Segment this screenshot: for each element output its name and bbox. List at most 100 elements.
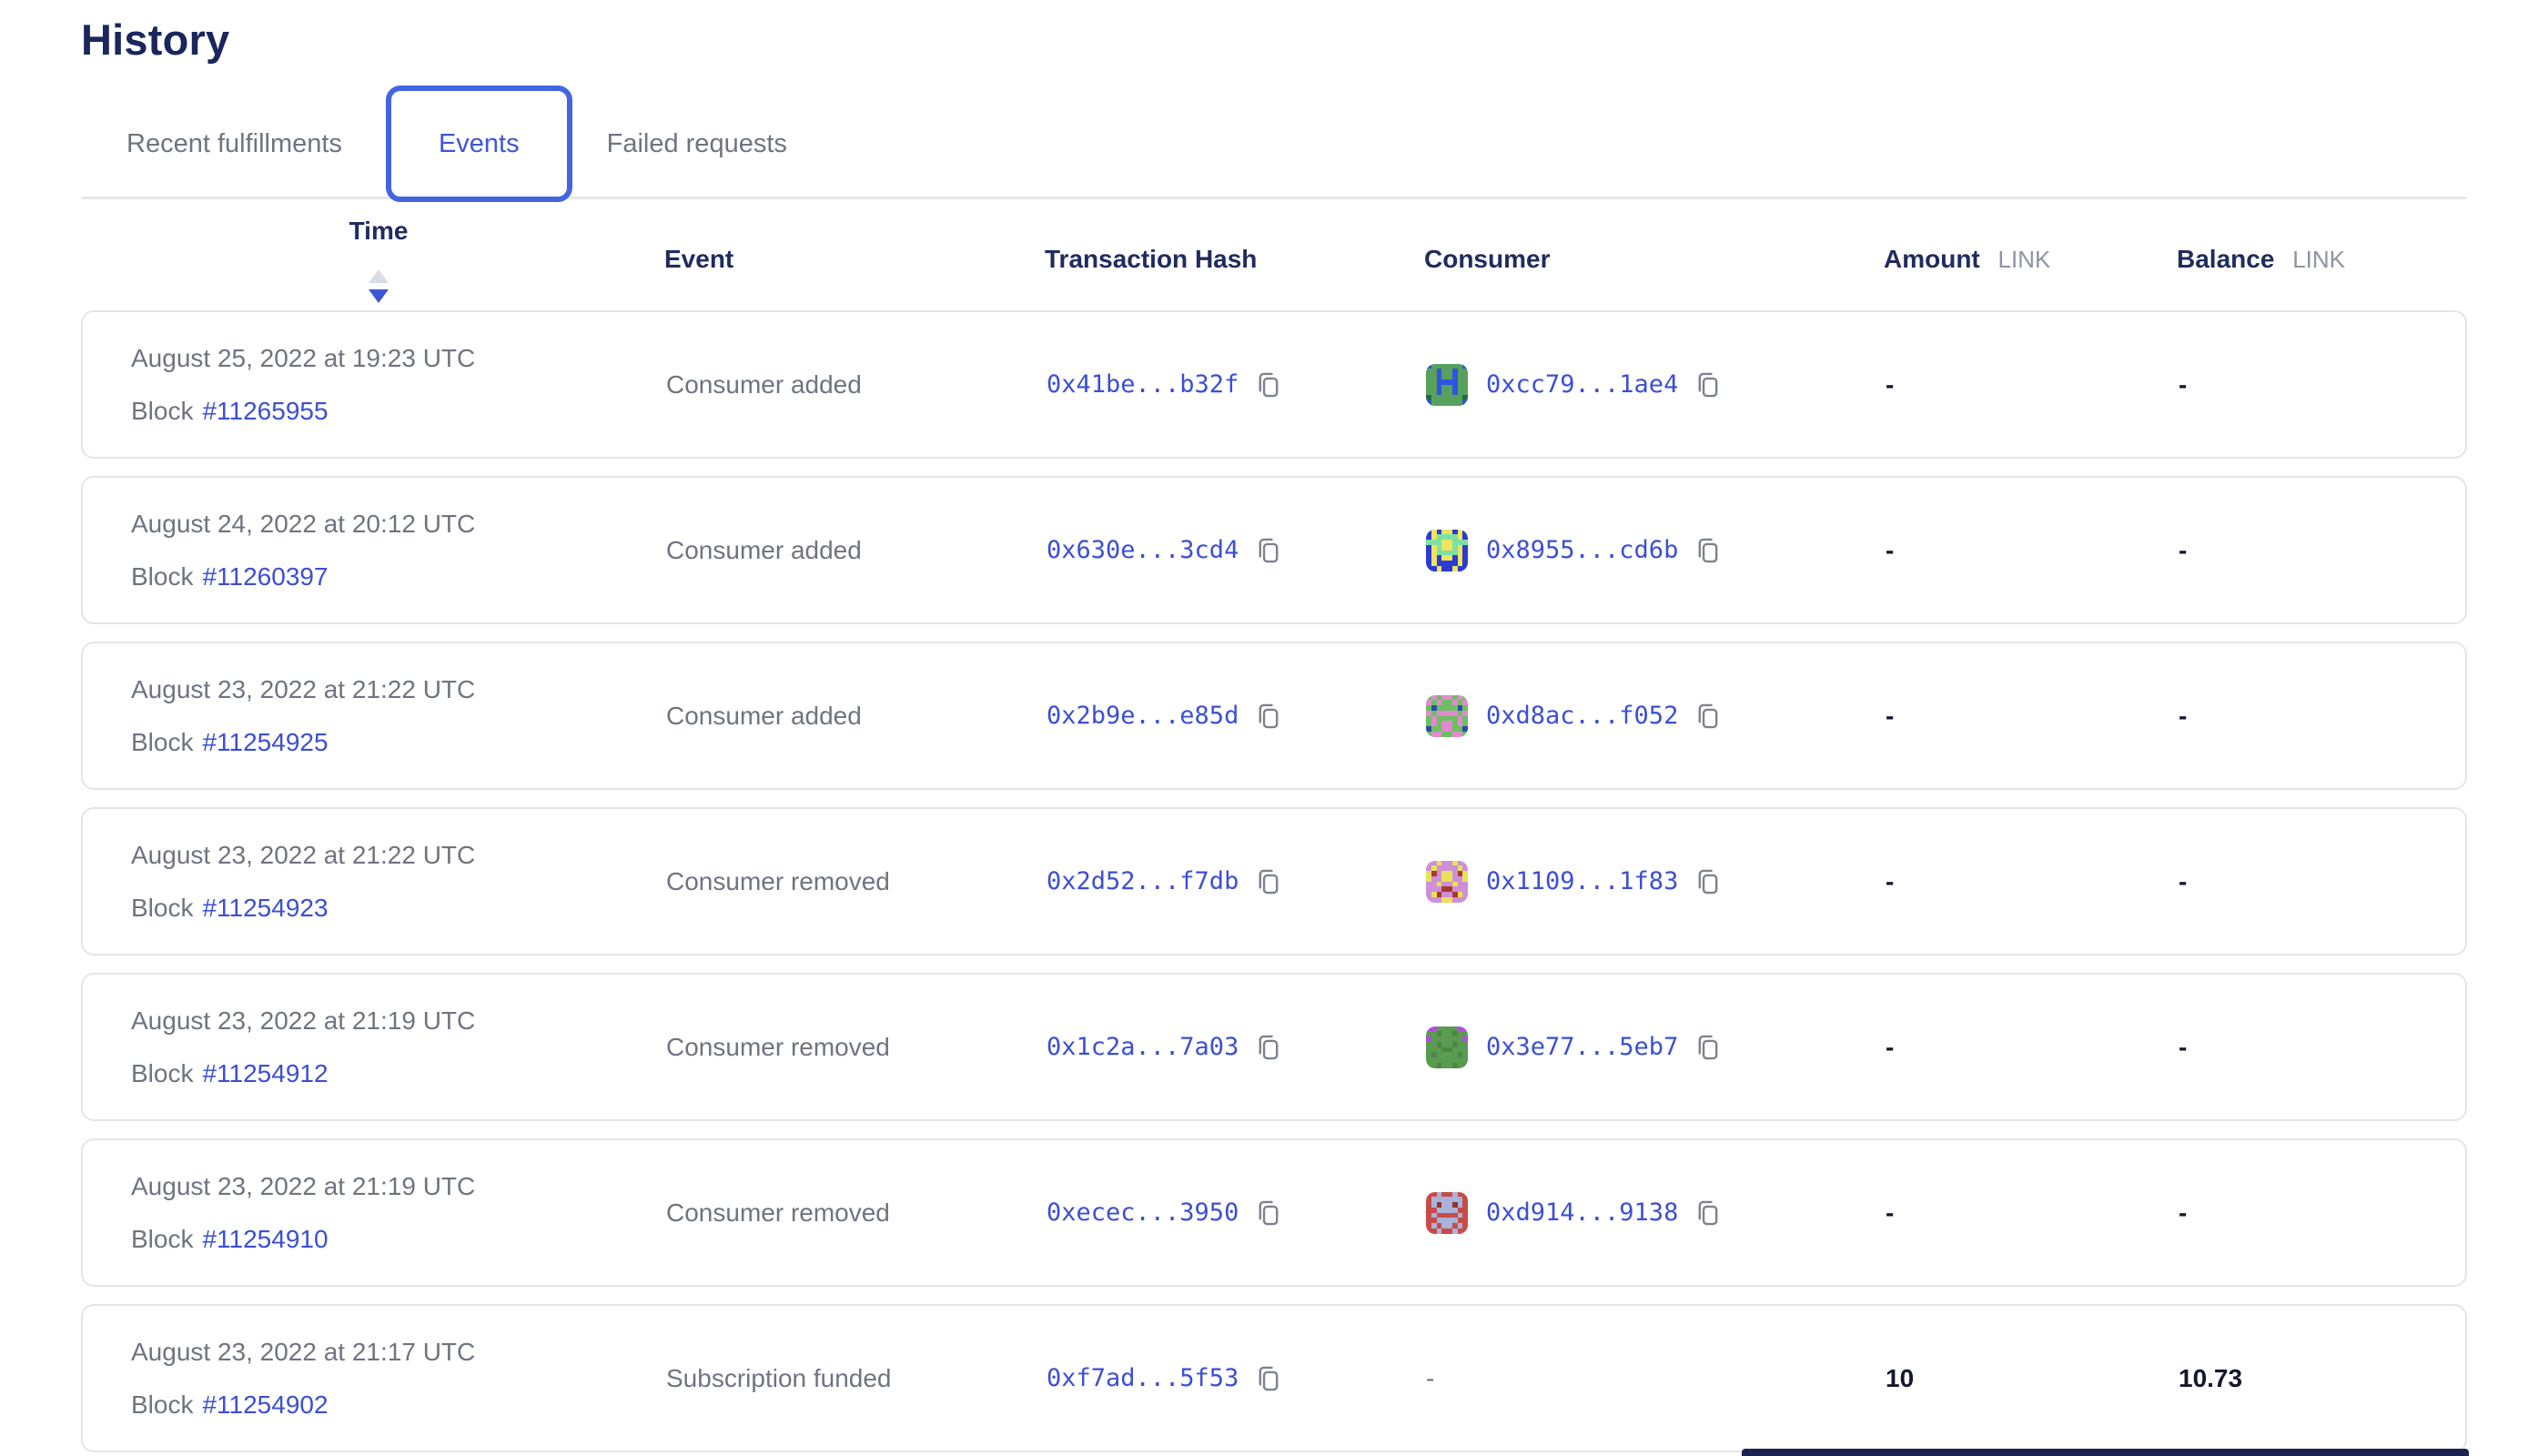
copy-icon[interactable]: [1253, 369, 1284, 401]
column-header-consumer: Consumer: [1424, 245, 1884, 274]
copy-icon[interactable]: [1693, 369, 1724, 401]
amount-value: -: [1886, 370, 1894, 399]
block-number-link[interactable]: #11254923: [202, 894, 328, 923]
copy-icon[interactable]: [1693, 1197, 1724, 1229]
balance-value: -: [2179, 702, 2187, 731]
row-date: August 23, 2022 at 21:19 UTC: [131, 1172, 475, 1201]
event-cell: Consumer removed: [666, 1198, 1047, 1228]
tx-cell: 0xf7ad...5f53: [1047, 1362, 1426, 1395]
balance-value: -: [2179, 1198, 2187, 1228]
consumer-cell: -: [1426, 1364, 1886, 1393]
consumer-address-link[interactable]: 0x3e77...5eb7: [1486, 1033, 1678, 1061]
balance-value: -: [2179, 1033, 2187, 1062]
amount-cell: -: [1886, 370, 2179, 399]
column-header-time: Time: [129, 217, 664, 303]
event-label: Subscription funded: [666, 1364, 892, 1393]
time-cell: August 23, 2022 at 21:19 UTC Block #1125…: [131, 1006, 666, 1088]
time-cell: August 23, 2022 at 21:22 UTC Block #1125…: [131, 841, 666, 923]
amount-value: -: [1886, 867, 1894, 896]
row-date: August 23, 2022 at 21:22 UTC: [131, 675, 475, 704]
sort-desc-icon: [369, 289, 389, 303]
copy-icon[interactable]: [1693, 534, 1724, 567]
balance-header-label: Balance: [2177, 245, 2274, 273]
event-label: Consumer added: [666, 702, 862, 731]
amount-cell: 10: [1886, 1364, 2179, 1393]
tx-hash-link[interactable]: 0x2b9e...e85d: [1047, 702, 1239, 730]
event-cell: Consumer added: [666, 370, 1047, 399]
amount-cell: -: [1886, 867, 2179, 896]
amount-cell: -: [1886, 1033, 2179, 1062]
tab-bar: Recent fulfillments Events Failed reques…: [81, 85, 2467, 203]
consumer-cell: 0xd914...9138: [1426, 1192, 1886, 1234]
block-label: Block: [131, 1059, 193, 1088]
block-number-link[interactable]: #11260397: [202, 562, 328, 592]
consumer-avatar: [1426, 861, 1468, 903]
tab-events[interactable]: Events: [386, 86, 572, 202]
table-row: August 23, 2022 at 21:22 UTC Block #1125…: [81, 807, 2467, 956]
tx-cell: 0x630e...3cd4: [1047, 534, 1426, 567]
consumer-address-link[interactable]: 0xd914...9138: [1486, 1198, 1678, 1227]
tx-hash-link[interactable]: 0xecec...3950: [1047, 1198, 1239, 1227]
balance-cell: -: [2179, 1198, 2465, 1228]
event-rows: August 25, 2022 at 19:23 UTC Block #1126…: [81, 310, 2467, 1452]
amount-value: -: [1886, 536, 1894, 565]
block-label: Block: [131, 728, 193, 757]
balance-value: -: [2179, 370, 2187, 399]
tx-hash-link[interactable]: 0x630e...3cd4: [1047, 536, 1239, 564]
consumer-address-link[interactable]: 0xd8ac...f052: [1486, 702, 1678, 730]
consumer-avatar: [1426, 530, 1468, 571]
consumer-avatar: [1426, 364, 1468, 406]
copy-icon[interactable]: [1253, 1362, 1284, 1395]
consumer-empty-value: -: [1426, 1364, 1434, 1393]
copy-icon[interactable]: [1253, 1197, 1284, 1229]
balance-cell: 10.73: [2179, 1364, 2465, 1393]
consumer-address-link[interactable]: 0x1109...1f83: [1486, 867, 1678, 895]
row-date: August 23, 2022 at 21:19 UTC: [131, 1006, 475, 1036]
tx-cell: 0x2b9e...e85d: [1047, 700, 1426, 733]
time-header-label: Time: [349, 217, 409, 246]
history-page: History Recent fulfillments Events Faile…: [0, 0, 2528, 1452]
tab-recent-fulfillments[interactable]: Recent fulfillments: [105, 85, 364, 203]
amount-cell: -: [1886, 536, 2179, 565]
tx-cell: 0xecec...3950: [1047, 1197, 1426, 1229]
tx-hash-link[interactable]: 0x41be...b32f: [1047, 370, 1239, 399]
block-line: Block #11254923: [131, 894, 329, 923]
consumer-address-link[interactable]: 0xcc79...1ae4: [1486, 370, 1678, 399]
balance-cell: -: [2179, 867, 2465, 896]
block-number-link[interactable]: #11254910: [202, 1225, 328, 1254]
event-label: Consumer added: [666, 370, 862, 399]
balance-value: 10.73: [2179, 1364, 2242, 1393]
block-label: Block: [131, 397, 193, 426]
balance-cell: -: [2179, 702, 2465, 731]
copy-icon[interactable]: [1693, 865, 1724, 898]
copy-icon[interactable]: [1253, 865, 1284, 898]
tab-failed-requests[interactable]: Failed requests: [585, 85, 809, 203]
block-number-link[interactable]: #11254925: [202, 728, 328, 757]
amount-unit-label: LINK: [1998, 246, 2051, 273]
tx-hash-link[interactable]: 0xf7ad...5f53: [1047, 1364, 1239, 1392]
tx-hash-link[interactable]: 0x2d52...f7db: [1047, 867, 1239, 895]
consumer-address-link[interactable]: 0x8955...cd6b: [1486, 536, 1678, 564]
copy-icon[interactable]: [1253, 700, 1284, 733]
copy-icon[interactable]: [1693, 1031, 1724, 1064]
consumer-cell: 0x1109...1f83: [1426, 861, 1886, 903]
event-cell: Consumer removed: [666, 1033, 1047, 1062]
row-date: August 24, 2022 at 20:12 UTC: [131, 510, 475, 539]
time-cell: August 23, 2022 at 21:19 UTC Block #1125…: [131, 1172, 666, 1254]
block-number-link[interactable]: #11254902: [202, 1390, 328, 1420]
copy-icon[interactable]: [1253, 534, 1284, 567]
copy-icon[interactable]: [1253, 1031, 1284, 1064]
block-number-link[interactable]: #11265955: [202, 397, 328, 426]
block-line: Block #11265955: [131, 397, 329, 426]
sort-control[interactable]: [369, 269, 389, 303]
block-line: Block #11254912: [131, 1059, 329, 1088]
copy-icon[interactable]: [1693, 700, 1724, 733]
table-row: August 23, 2022 at 21:19 UTC Block #1125…: [81, 973, 2467, 1121]
block-line: Block #11260397: [131, 562, 329, 592]
consumer-cell: 0xd8ac...f052: [1426, 695, 1886, 737]
tx-hash-link[interactable]: 0x1c2a...7a03: [1047, 1033, 1239, 1061]
block-label: Block: [131, 562, 193, 592]
block-number-link[interactable]: #11254912: [202, 1059, 328, 1088]
amount-header-label: Amount: [1884, 245, 1980, 273]
balance-cell: -: [2179, 536, 2465, 565]
